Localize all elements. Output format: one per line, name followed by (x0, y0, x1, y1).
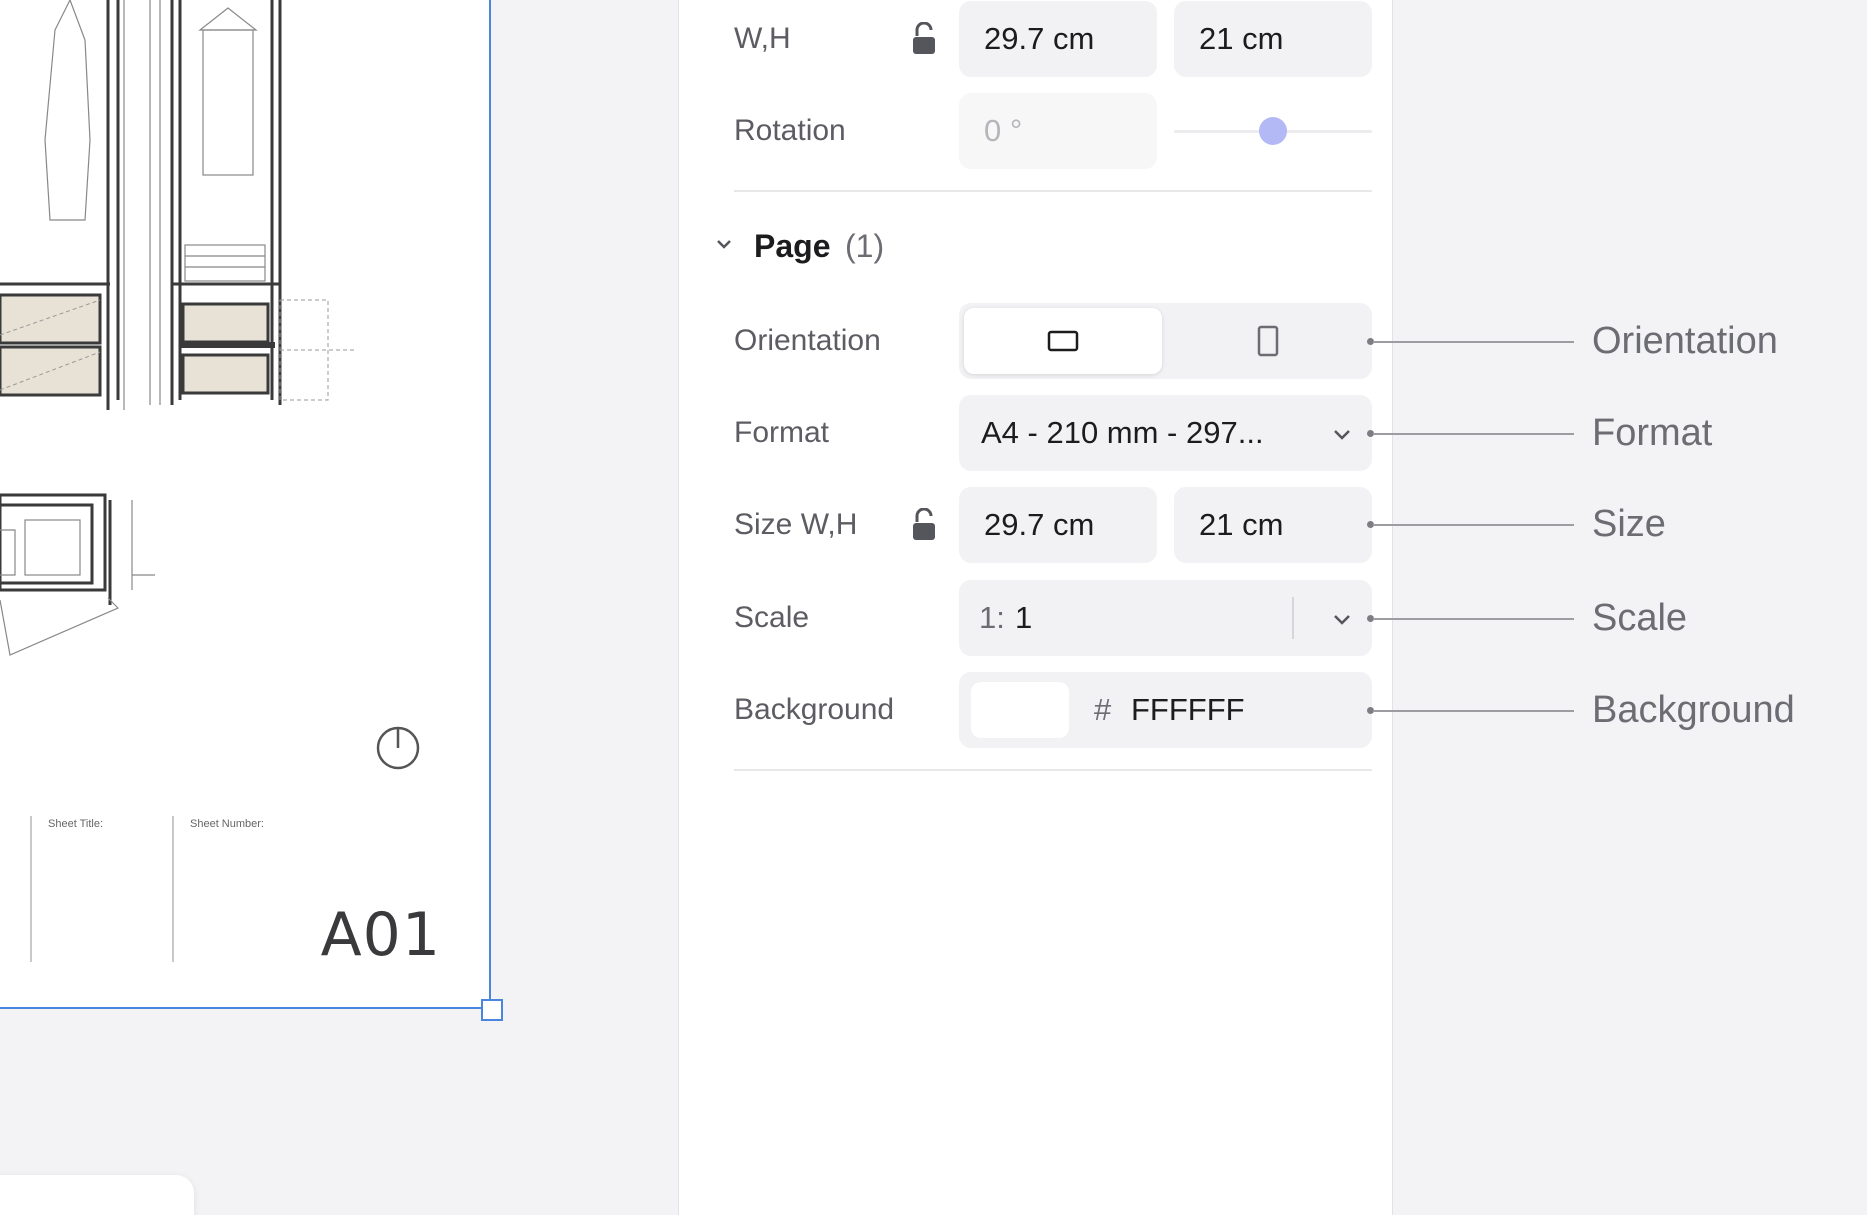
unlock-icon[interactable] (909, 22, 939, 56)
scale-value[interactable]: 1 (1015, 580, 1032, 656)
background-row: Background # FFFFFF (679, 672, 1394, 748)
background-label: Background (734, 693, 895, 726)
wh-label: W,H (734, 22, 791, 55)
unlock-icon[interactable] (909, 508, 939, 542)
size-width-field[interactable]: 29.7 cm (959, 487, 1157, 563)
rotation-row: Rotation 0 ° (679, 93, 1394, 169)
scale-row: Scale 1: 1 (679, 580, 1394, 656)
scale-prefix: 1: (979, 600, 1005, 635)
sheet-number-value: A01 (320, 900, 441, 970)
chevron-down-icon[interactable] (1330, 607, 1354, 631)
format-value: A4 - 210 mm - 297... (981, 415, 1264, 450)
callout-background: Background (1367, 690, 1867, 730)
width-field[interactable]: 29.7 cm (959, 1, 1157, 77)
callout-label: Scale (1592, 597, 1688, 639)
callout-orientation: Orientation (1367, 321, 1867, 361)
background-color-field[interactable]: # FFFFFF (959, 672, 1372, 748)
scale-separator (1292, 597, 1294, 639)
properties-panel: W,H 29.7 cm 21 cm Rotation 0 ° Page (1) … (678, 0, 1393, 1215)
wh-row: W,H 29.7 cm 21 cm (679, 1, 1394, 77)
wardrobe-elevation-drawing (0, 0, 355, 656)
size-row: Size W,H 29.7 cm 21 cm (679, 487, 1394, 563)
landscape-button[interactable] (964, 308, 1162, 374)
portrait-button[interactable] (1169, 308, 1367, 374)
chevron-down-icon[interactable] (713, 233, 735, 255)
orientation-label: Orientation (734, 324, 881, 357)
portrait-icon (1257, 325, 1279, 357)
rotation-slider-knob[interactable] (1259, 117, 1287, 145)
section-divider (734, 769, 1372, 771)
size-height-field[interactable]: 21 cm (1174, 487, 1372, 563)
page-section-count: (1) (845, 228, 885, 264)
resize-handle[interactable] (481, 999, 503, 1021)
callout-line (1373, 710, 1574, 712)
callout-scale: Scale (1367, 598, 1867, 638)
format-label: Format (734, 416, 830, 449)
bottom-toolbar[interactable] (0, 1175, 194, 1215)
page-sheet[interactable]: Sheet Title: Sheet Number: A01 (0, 0, 491, 1009)
scale-label: Scale (734, 601, 810, 634)
callout-label: Background (1592, 689, 1795, 731)
rotation-label: Rotation (734, 114, 846, 147)
callout-label: Size (1592, 503, 1666, 545)
height-field[interactable]: 21 cm (1174, 1, 1372, 77)
callout-size: Size (1367, 504, 1867, 544)
title-block-divider (172, 816, 174, 962)
size-label: Size W,H (734, 508, 858, 541)
section-divider (734, 190, 1372, 192)
orientation-row: Orientation (679, 303, 1394, 379)
callout-label: Orientation (1592, 320, 1778, 362)
title-block-divider (30, 816, 32, 962)
sheet-title-label: Sheet Title: (48, 818, 104, 830)
format-row: Format A4 - 210 mm - 297... (679, 395, 1394, 471)
color-swatch[interactable] (971, 682, 1069, 738)
format-select[interactable]: A4 - 210 mm - 297... (959, 395, 1372, 471)
callout-format: Format (1367, 413, 1867, 453)
callout-line (1373, 433, 1574, 435)
north-arrow-icon (376, 726, 420, 770)
callout-line (1373, 524, 1574, 526)
page-section-title: Page (754, 228, 831, 264)
scale-select[interactable]: 1: 1 (959, 580, 1372, 656)
landscape-icon (1047, 330, 1079, 352)
rotation-field[interactable]: 0 ° (959, 93, 1157, 169)
sheet-number-label: Sheet Number: (190, 818, 264, 830)
callout-line (1373, 341, 1574, 343)
callout-line (1373, 618, 1574, 620)
hex-hash: # (1094, 692, 1112, 727)
orientation-toggle[interactable] (959, 303, 1372, 379)
callout-label: Format (1592, 412, 1713, 454)
chevron-down-icon (1334, 430, 1350, 440)
hex-value[interactable]: FFFFFF (1131, 672, 1245, 748)
canvas-area[interactable]: Sheet Title: Sheet Number: A01 (0, 0, 678, 1215)
